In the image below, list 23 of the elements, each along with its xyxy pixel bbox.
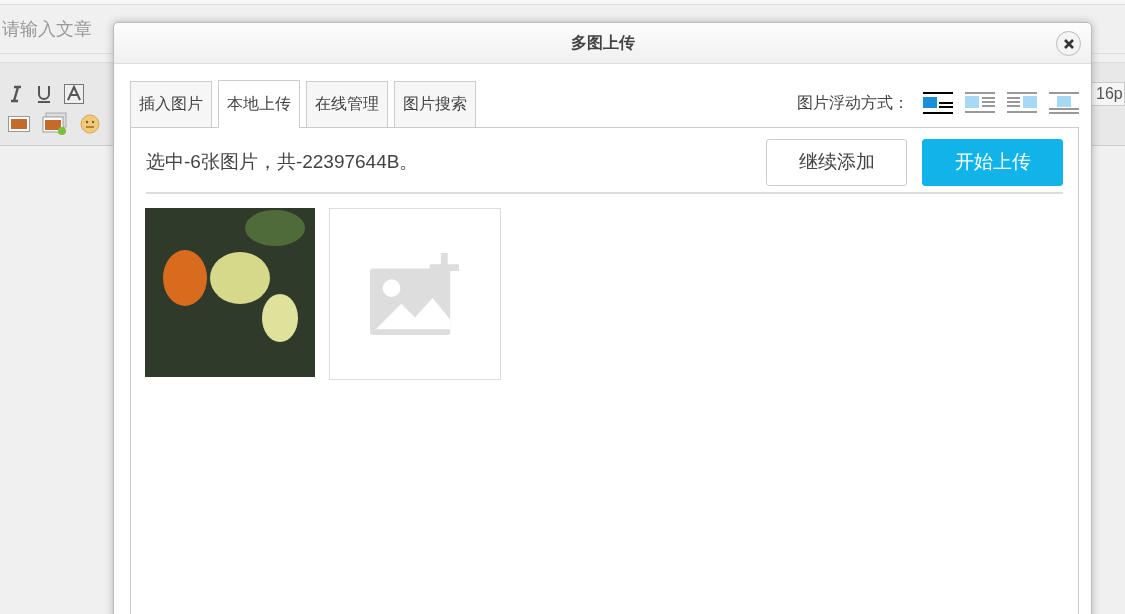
float-center-icon[interactable] bbox=[1049, 91, 1079, 115]
dialog-title: 多图上传 bbox=[570, 32, 635, 53]
selection-status: 选中-6张图片，共-22397644B。 bbox=[146, 150, 420, 174]
close-icon[interactable] bbox=[1062, 37, 1075, 50]
font-color-icon[interactable] bbox=[64, 84, 84, 104]
close-button[interactable] bbox=[1056, 31, 1081, 56]
float-left-icon[interactable] bbox=[965, 91, 995, 115]
add-image-tile[interactable] bbox=[329, 208, 501, 380]
float-mode-label: 图片浮动方式： bbox=[797, 92, 909, 113]
underline-icon[interactable] bbox=[36, 84, 52, 104]
italic-icon[interactable] bbox=[8, 85, 24, 103]
add-more-button[interactable]: 继续添加 bbox=[766, 138, 907, 186]
float-none-icon[interactable] bbox=[923, 91, 953, 115]
tab[interactable]: 插入图片 bbox=[130, 81, 212, 127]
float-right-icon[interactable] bbox=[1007, 91, 1037, 115]
image-icon[interactable] bbox=[8, 116, 30, 132]
emoji-icon[interactable] bbox=[80, 114, 100, 134]
photo-placeholder[interactable] bbox=[145, 208, 315, 377]
tab[interactable]: 在线管理 bbox=[306, 81, 388, 127]
title-input[interactable]: 请输入文章 bbox=[0, 18, 304, 40]
tab[interactable]: 图片搜索 bbox=[394, 81, 476, 127]
tab[interactable]: 本地上传 bbox=[218, 80, 300, 128]
multi-image-icon[interactable] bbox=[42, 112, 68, 136]
